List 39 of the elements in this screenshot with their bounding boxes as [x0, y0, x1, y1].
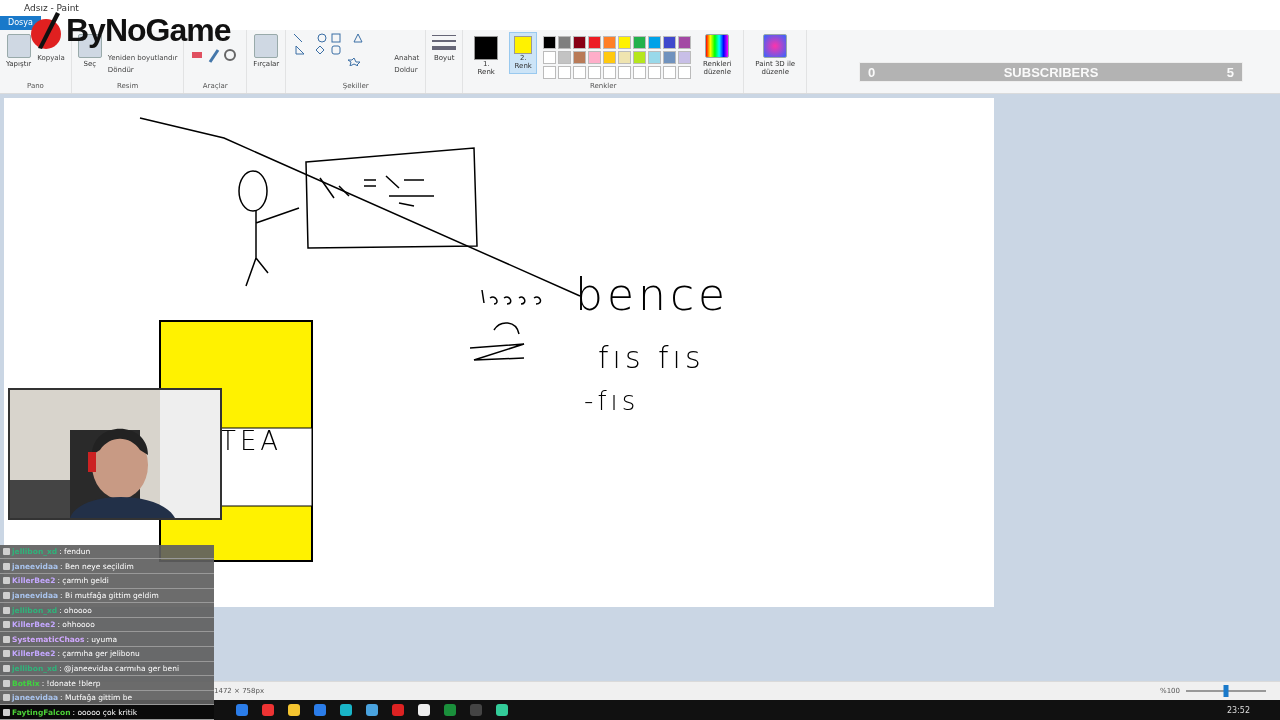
palette-swatch[interactable] — [633, 51, 647, 64]
palette-swatch[interactable] — [543, 51, 557, 64]
palette-swatch[interactable] — [603, 36, 617, 49]
palette-swatch[interactable] — [648, 36, 662, 49]
taskbar-app-icon[interactable] — [340, 704, 352, 716]
handwritten-text: bence — [575, 269, 730, 320]
palette-swatch[interactable] — [618, 51, 632, 64]
palette-swatch[interactable] — [588, 36, 602, 49]
handwritten-text: -fıs — [584, 386, 640, 416]
palette-swatch[interactable] — [558, 51, 572, 64]
handwritten-text: fıs fıs — [598, 340, 705, 375]
taskbar-app-icon[interactable] — [288, 704, 300, 716]
palette-swatch[interactable] — [633, 36, 647, 49]
palette-swatch[interactable] — [543, 36, 557, 49]
palette-swatch[interactable] — [573, 51, 587, 64]
palette-swatch[interactable] — [558, 36, 572, 49]
palette-swatch[interactable] — [573, 36, 587, 49]
palette-swatch[interactable] — [663, 36, 677, 49]
palette-swatch[interactable] — [678, 51, 692, 64]
taskbar-app-icon[interactable] — [366, 704, 378, 716]
subscriber-bar: 0 SUBSCRIBERS 5 — [859, 62, 1243, 82]
palette-swatch[interactable] — [648, 51, 662, 64]
logo-text: ByNoGame — [66, 14, 231, 46]
spectrum-icon — [705, 34, 730, 58]
window-title: Adsız - Paint — [24, 3, 79, 13]
palette-swatch[interactable] — [663, 51, 677, 64]
tool-icon — [6, 34, 31, 58]
taskbar-app-icon[interactable] — [496, 704, 508, 716]
palette-swatch[interactable] — [678, 36, 692, 49]
handwritten-text: TEA — [220, 426, 283, 456]
palette-swatch[interactable] — [603, 51, 617, 64]
tool-icon — [254, 34, 279, 58]
palette-swatch[interactable] — [618, 36, 632, 49]
paint3d-icon — [763, 34, 788, 58]
palette-swatch[interactable] — [588, 51, 602, 64]
ribbon-tab[interactable]: Dosya — [0, 16, 41, 30]
clock: 23:52 — [1226, 705, 1250, 715]
taskbar-app-icon[interactable] — [418, 704, 430, 716]
line-width-icon — [432, 34, 457, 52]
